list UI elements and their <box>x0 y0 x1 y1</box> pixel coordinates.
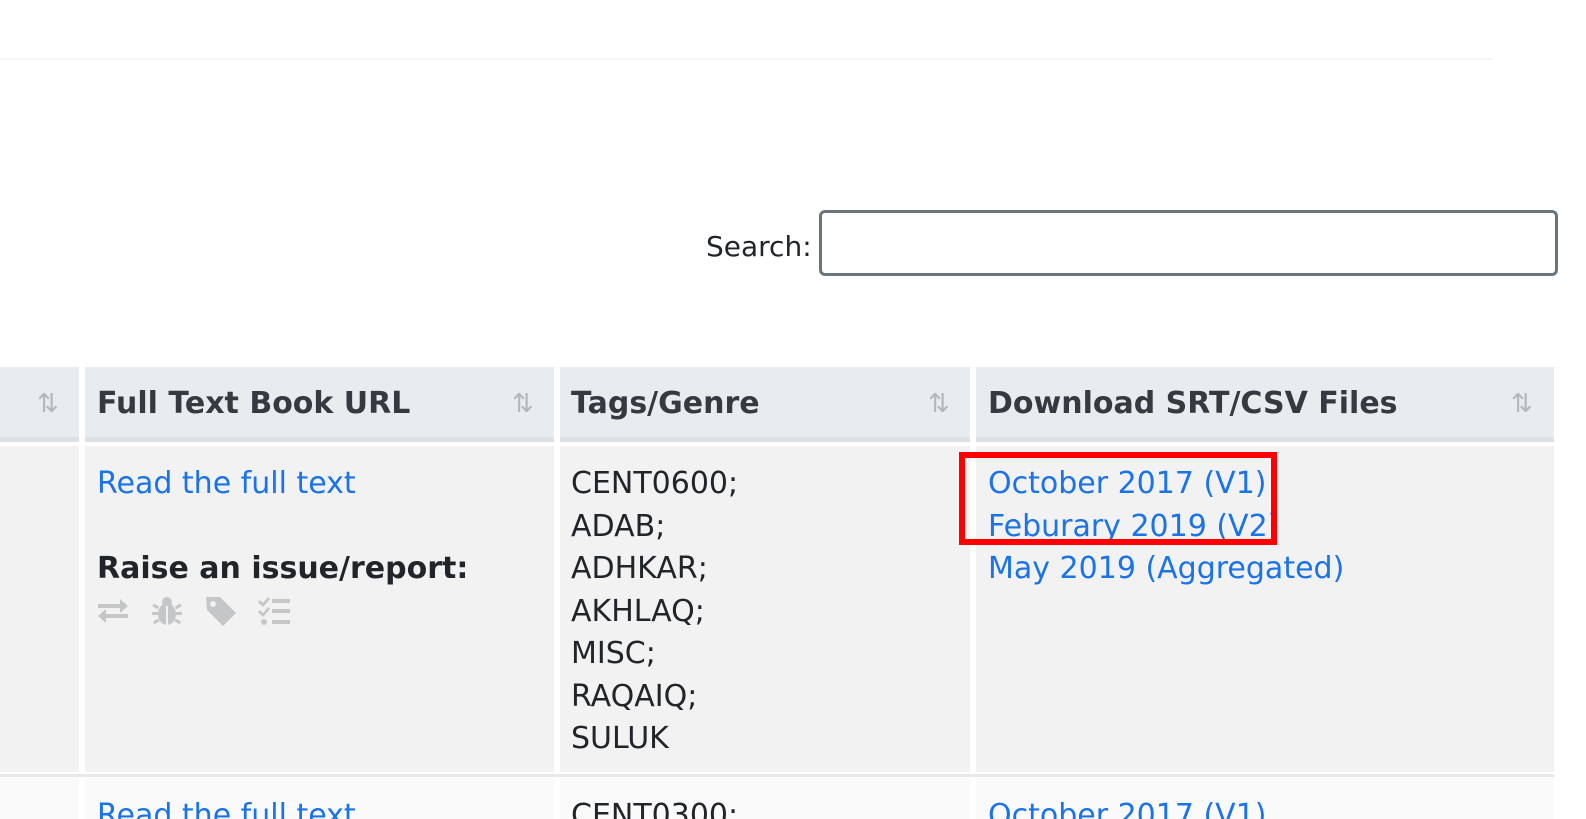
tag-item: CENT0300; <box>571 798 739 819</box>
sort-icon[interactable]: ⇅ <box>37 389 59 419</box>
transfer-icon[interactable] <box>96 594 130 628</box>
top-divider <box>0 58 1492 60</box>
tag-item: ADHKAR; <box>571 551 708 586</box>
header-underline-col2 <box>560 437 970 442</box>
tag-item: CENT0600; <box>571 466 739 501</box>
sort-icon[interactable]: ⇅ <box>1511 389 1533 419</box>
row-divider <box>0 774 1554 777</box>
search-label: Search: <box>706 230 812 263</box>
header-label-download-files: Download SRT/CSV Files <box>988 386 1398 421</box>
header-underline-col0 <box>0 437 79 442</box>
row2-bg-col0 <box>0 778 79 819</box>
tag-item: ADAB; <box>571 508 666 544</box>
bug-icon[interactable] <box>150 594 184 628</box>
header-label-tags-genre: Tags/Genre <box>571 386 760 421</box>
tag-item: AKHLAQ; <box>571 593 705 629</box>
page: Search: Full Text Book URL Tags/Genre Do… <box>0 0 1586 819</box>
header-underline-col1 <box>85 437 554 442</box>
sort-icon[interactable]: ⇅ <box>928 389 950 419</box>
raise-issue-label: Raise an issue/report: <box>97 551 469 586</box>
tag-item: RAQAIQ; <box>571 678 698 714</box>
header-label-full-text-url: Full Text Book URL <box>97 386 411 421</box>
tag-item: SULUK <box>571 721 669 756</box>
download-link-may-2019[interactable]: May 2019 (Aggregated) <box>988 548 1344 590</box>
search-input[interactable] <box>819 210 1558 276</box>
cell-bg-col0 <box>0 446 79 772</box>
tag-icon[interactable] <box>204 594 238 628</box>
download-link-oct-2017[interactable]: October 2017 (V1) <box>988 795 1267 819</box>
tag-item: MISC; <box>571 636 656 671</box>
read-full-text-link[interactable]: Read the full text <box>97 463 356 505</box>
checklist-icon[interactable] <box>258 594 292 628</box>
header-underline-col3 <box>976 437 1554 442</box>
read-full-text-link[interactable]: Read the full text <box>97 795 356 819</box>
highlight-box <box>959 452 1277 545</box>
sort-icon[interactable]: ⇅ <box>512 389 534 419</box>
issue-icons <box>96 594 292 630</box>
